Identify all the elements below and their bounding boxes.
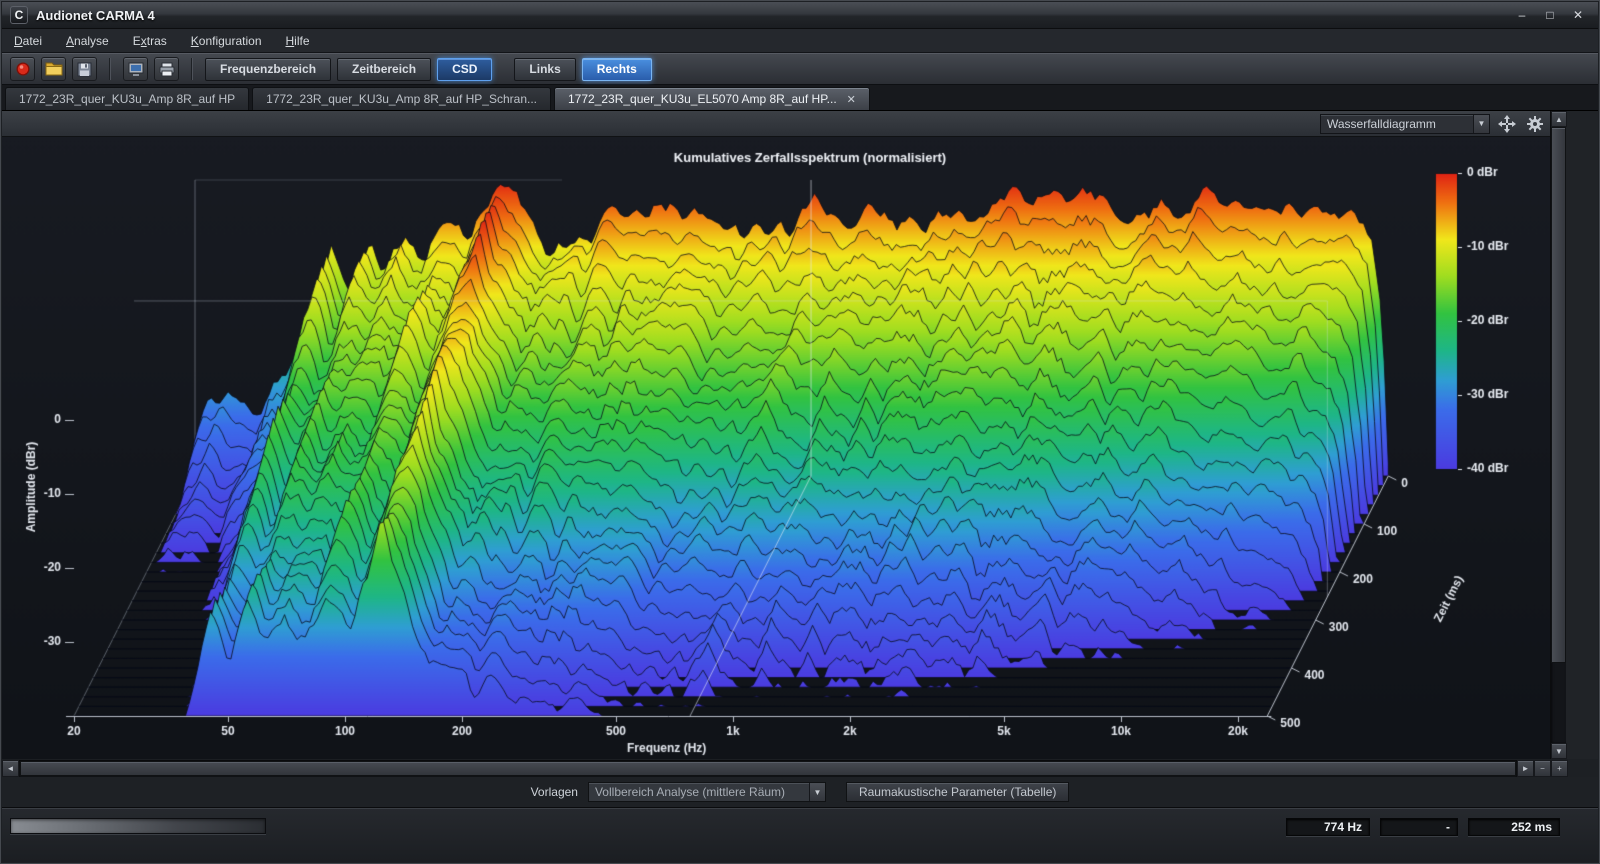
right-panel-gap	[1566, 111, 1598, 759]
pan-button[interactable]	[1496, 113, 1518, 135]
app-window: C Audionet CARMA 4 – □ ✕ Datei Analyse E…	[0, 0, 1600, 864]
record-icon	[16, 62, 29, 76]
toolbar: Frequenzbereich Zeitbereich CSD Links Re…	[2, 53, 1598, 85]
minimize-button[interactable]: –	[1510, 6, 1534, 24]
title-bar: C Audionet CARMA 4 – □ ✕	[2, 2, 1598, 29]
gear-icon	[1527, 115, 1543, 132]
scroll-up-button[interactable]: ▲	[1551, 111, 1567, 127]
minus-icon: −	[1540, 763, 1545, 773]
save-button[interactable]	[72, 57, 97, 81]
maximize-button[interactable]: □	[1538, 6, 1562, 24]
room-parameters-button[interactable]: Raumakustische Parameter (Tabelle)	[845, 782, 1070, 802]
zeitbereich-button[interactable]: Zeitbereich	[337, 57, 432, 81]
arrow-right-icon: ►	[1521, 763, 1530, 773]
tab-measurement-2[interactable]: 1772_23R_quer_KU3u_Amp 8R_auf HP_Schran.…	[252, 87, 551, 110]
chevron-down-icon: ▼	[808, 783, 825, 801]
zoom-out-button[interactable]: −	[1534, 759, 1551, 777]
settings-button[interactable]	[1524, 113, 1546, 135]
close-button[interactable]: ✕	[1566, 6, 1590, 24]
scroll-right-button[interactable]: ►	[1517, 759, 1534, 777]
frequenzbereich-button[interactable]: Frequenzbereich	[205, 57, 332, 81]
status-middle: -	[1380, 818, 1458, 836]
arrow-down-icon: ▼	[1555, 746, 1563, 756]
vertical-scroll-track[interactable]	[1551, 127, 1566, 743]
horizontal-scrollbar[interactable]: ◄ ► − +	[2, 759, 1568, 777]
diagram-type-value: Wasserfalldiagramm	[1327, 116, 1436, 131]
menu-item-extras[interactable]: Extras	[133, 34, 167, 48]
template-dropdown[interactable]: Vollbereich Analyse (mittlere Räum) ▼	[587, 782, 826, 802]
menu-bar: Datei Analyse Extras Konfiguration Hilfe	[2, 29, 1598, 53]
vertical-scrollbar[interactable]: ▲ ▼	[1550, 111, 1567, 759]
record-button[interactable]	[10, 57, 35, 81]
arrow-up-icon: ▲	[1555, 114, 1563, 124]
plot-toolbar: Wasserfalldiagramm ▼	[2, 111, 1552, 137]
status-bar: 774 Hz - 252 ms	[2, 807, 1598, 862]
open-folder-icon	[45, 62, 62, 76]
vertical-scroll-thumb[interactable]	[1551, 127, 1566, 663]
status-values: 774 Hz - 252 ms	[1286, 818, 1560, 836]
menu-item-hilfe[interactable]: Hilfe	[286, 34, 310, 48]
vorlagen-label: Vorlagen	[530, 785, 578, 799]
print-button[interactable]	[154, 57, 179, 81]
template-dropdown-value: Vollbereich Analyse (mittlere Räum)	[594, 785, 786, 799]
scroll-down-button[interactable]: ▼	[1551, 743, 1567, 759]
scroll-left-button[interactable]: ◄	[2, 759, 19, 777]
save-icon	[77, 62, 92, 76]
pan-icon	[1498, 114, 1516, 133]
menu-item-datei[interactable]: Datei	[14, 34, 42, 48]
waterfall-plot[interactable]	[2, 137, 1552, 759]
toolbar-separator	[109, 58, 111, 80]
screenshot-button[interactable]	[123, 57, 148, 81]
tab-label: 1772_23R_quer_KU3u_Amp 8R_auf HP	[19, 92, 236, 106]
open-file-button[interactable]	[41, 57, 66, 81]
status-frequency: 774 Hz	[1286, 818, 1370, 836]
screenshot-icon	[128, 62, 143, 76]
level-meter	[10, 818, 266, 834]
toolbar-separator	[191, 58, 193, 80]
tab-measurement-1[interactable]: 1772_23R_quer_KU3u_Amp 8R_auf HP	[5, 87, 250, 110]
tab-bar: 1772_23R_quer_KU3u_Amp 8R_auf HP 1772_23…	[2, 85, 1598, 111]
app-logo-icon: C	[10, 6, 28, 24]
window-title: Audionet CARMA 4	[36, 7, 155, 23]
menu-item-konfiguration[interactable]: Konfiguration	[191, 34, 262, 48]
horizontal-scroll-track[interactable]	[19, 759, 1517, 777]
chevron-down-icon: ▼	[1473, 114, 1489, 133]
zoom-in-button[interactable]: +	[1551, 759, 1568, 777]
tab-measurement-3[interactable]: 1772_23R_quer_KU3u_EL5070 Amp 8R_auf HP.…	[554, 87, 870, 110]
rechts-channel-button[interactable]: Rechts	[581, 57, 652, 81]
arrow-left-icon: ◄	[6, 763, 15, 773]
plus-icon: +	[1557, 763, 1562, 773]
links-channel-button[interactable]: Links	[514, 57, 576, 81]
status-time: 252 ms	[1468, 818, 1560, 836]
tab-label: 1772_23R_quer_KU3u_Amp 8R_auf HP_Schran.…	[266, 92, 537, 106]
diagram-type-dropdown[interactable]: Wasserfalldiagramm ▼	[1320, 113, 1490, 134]
menu-item-analyse[interactable]: Analyse	[66, 34, 109, 48]
template-row: Vorlagen Vollbereich Analyse (mittlere R…	[2, 777, 1598, 807]
print-icon	[159, 62, 174, 76]
csd-button[interactable]: CSD	[437, 57, 493, 81]
horizontal-scroll-thumb[interactable]	[20, 760, 1516, 776]
close-tab-icon[interactable]: ✕	[847, 93, 856, 106]
tab-label: 1772_23R_quer_KU3u_EL5070 Amp 8R_auf HP.…	[568, 92, 837, 106]
